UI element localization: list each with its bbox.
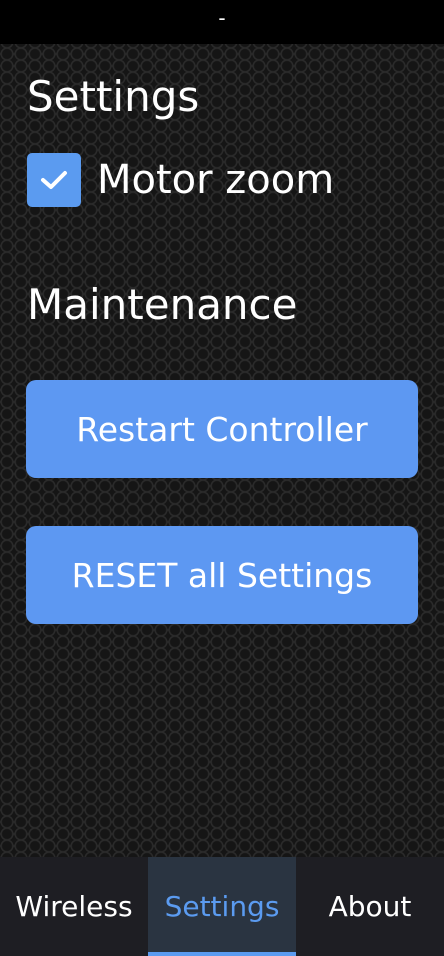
restart-controller-button[interactable]: Restart Controller <box>26 380 418 478</box>
top-bar: - <box>0 0 444 44</box>
app-screen: - Settings Motor zoom Maintenance Restar… <box>0 0 444 956</box>
tab-about[interactable]: About <box>296 857 444 956</box>
tab-settings[interactable]: Settings <box>148 857 296 956</box>
motor-zoom-checkbox[interactable] <box>27 153 81 207</box>
tab-bar: Wireless Settings About <box>0 857 444 956</box>
motor-zoom-label: Motor zoom <box>97 157 335 203</box>
tab-wireless[interactable]: Wireless <box>0 857 148 956</box>
settings-heading: Settings <box>27 72 200 121</box>
checkmark-icon <box>41 171 67 189</box>
motor-zoom-row[interactable]: Motor zoom <box>27 152 334 208</box>
maintenance-heading: Maintenance <box>27 280 298 329</box>
reset-settings-button[interactable]: RESET all Settings <box>26 526 418 624</box>
window-title: - <box>218 6 226 30</box>
